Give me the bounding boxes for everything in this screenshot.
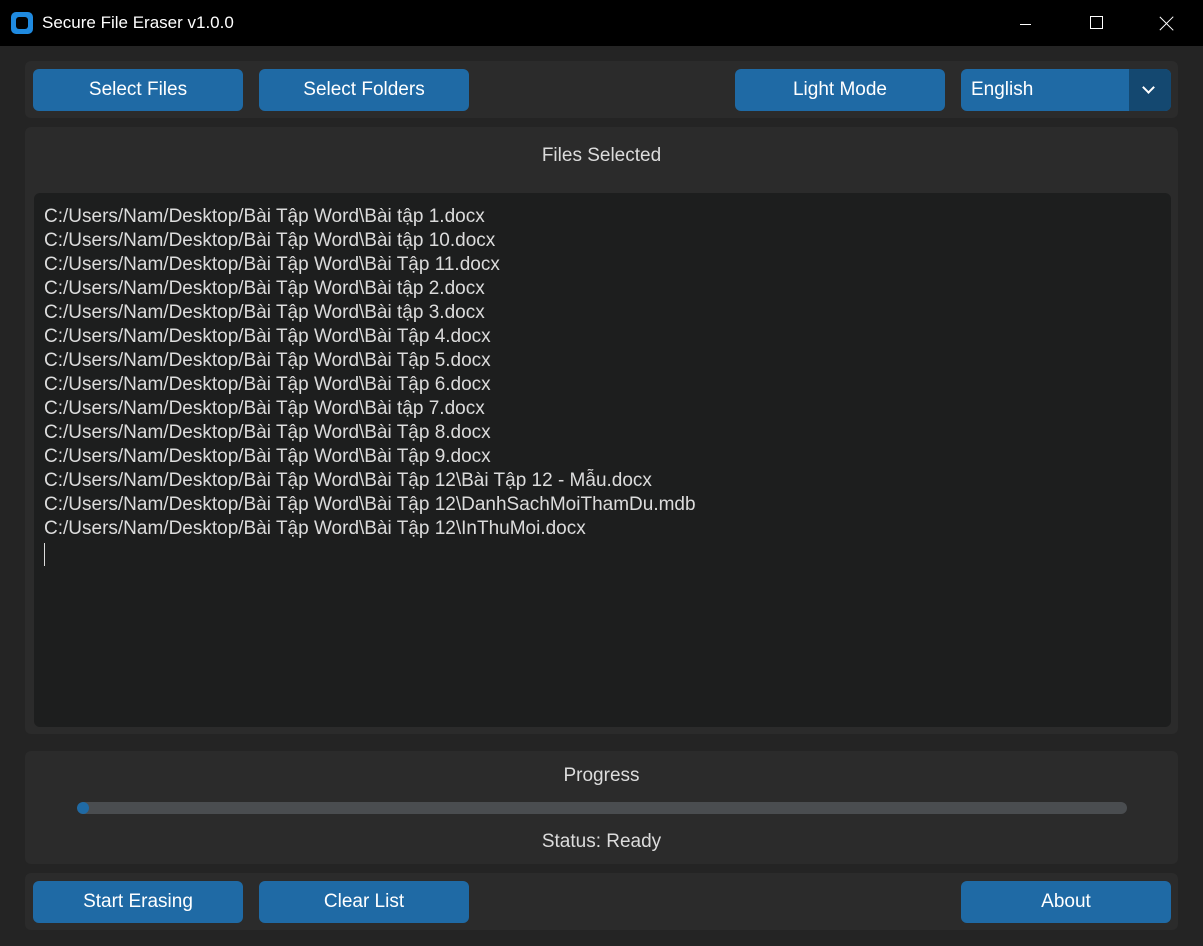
file-list-item: C:/Users/Nam/Desktop/Bài Tập Word\Bài Tậ… <box>44 422 491 443</box>
file-list-item: C:/Users/Nam/Desktop/Bài Tập Word\Bài tậ… <box>44 230 496 251</box>
app-logo-icon <box>11 12 33 34</box>
file-list-item: C:/Users/Nam/Desktop/Bài Tập Word\Bài Tậ… <box>44 518 586 539</box>
maximize-icon <box>1090 16 1103 29</box>
chevron-down-icon <box>1142 81 1155 94</box>
language-dropdown-button[interactable] <box>1129 69 1171 111</box>
maximize-button[interactable] <box>1061 0 1131 46</box>
select-folders-button[interactable]: Select Folders <box>259 69 469 111</box>
file-list-item: C:/Users/Nam/Desktop/Bài Tập Word\Bài tậ… <box>44 206 485 227</box>
file-list-item: C:/Users/Nam/Desktop/Bài Tập Word\Bài tậ… <box>44 278 485 299</box>
progress-bar-fill <box>77 802 89 814</box>
file-list-item: C:/Users/Nam/Desktop/Bài Tập Word\Bài Tậ… <box>44 350 491 371</box>
file-list-item: C:/Users/Nam/Desktop/Bài Tập Word\Bài Tậ… <box>44 374 491 395</box>
title-bar: Secure File Eraser v1.0.0 <box>0 0 1203 46</box>
file-list-item: C:/Users/Nam/Desktop/Bài Tập Word\Bài tậ… <box>44 302 485 323</box>
app-window: Secure File Eraser v1.0.0 Select Files S… <box>0 0 1203 946</box>
status-text: Status: Ready <box>541 831 662 852</box>
theme-toggle-button[interactable]: Light Mode <box>735 69 945 111</box>
language-selected-value: English <box>971 79 1034 100</box>
file-list-item: C:/Users/Nam/Desktop/Bài Tập Word\Bài Tậ… <box>44 494 696 515</box>
file-list-item: C:/Users/Nam/Desktop/Bài Tập Word\Bài Tậ… <box>44 254 500 275</box>
progress-section-title: Progress <box>563 765 640 786</box>
files-section-title: Files Selected <box>541 145 662 166</box>
text-caret <box>44 543 45 566</box>
minimize-button[interactable] <box>990 0 1060 46</box>
file-list-item: C:/Users/Nam/Desktop/Bài Tập Word\Bài tậ… <box>44 398 485 419</box>
close-button[interactable] <box>1132 0 1202 46</box>
file-list-item: C:/Users/Nam/Desktop/Bài Tập Word\Bài Tậ… <box>44 446 491 467</box>
close-icon <box>1159 15 1175 31</box>
select-files-button[interactable]: Select Files <box>33 69 243 111</box>
language-select[interactable]: English <box>961 69 1171 111</box>
progress-bar <box>77 802 1127 814</box>
file-list-item: C:/Users/Nam/Desktop/Bài Tập Word\Bài Tậ… <box>44 470 652 491</box>
minimize-icon <box>1020 24 1031 25</box>
file-list-textbox[interactable]: C:/Users/Nam/Desktop/Bài Tập Word\Bài tậ… <box>34 193 1171 727</box>
window-title: Secure File Eraser v1.0.0 <box>42 13 234 32</box>
clear-list-button[interactable]: Clear List <box>259 881 469 923</box>
about-button[interactable]: About <box>961 881 1171 923</box>
start-erasing-button[interactable]: Start Erasing <box>33 881 243 923</box>
file-list-item: C:/Users/Nam/Desktop/Bài Tập Word\Bài Tậ… <box>44 326 491 347</box>
